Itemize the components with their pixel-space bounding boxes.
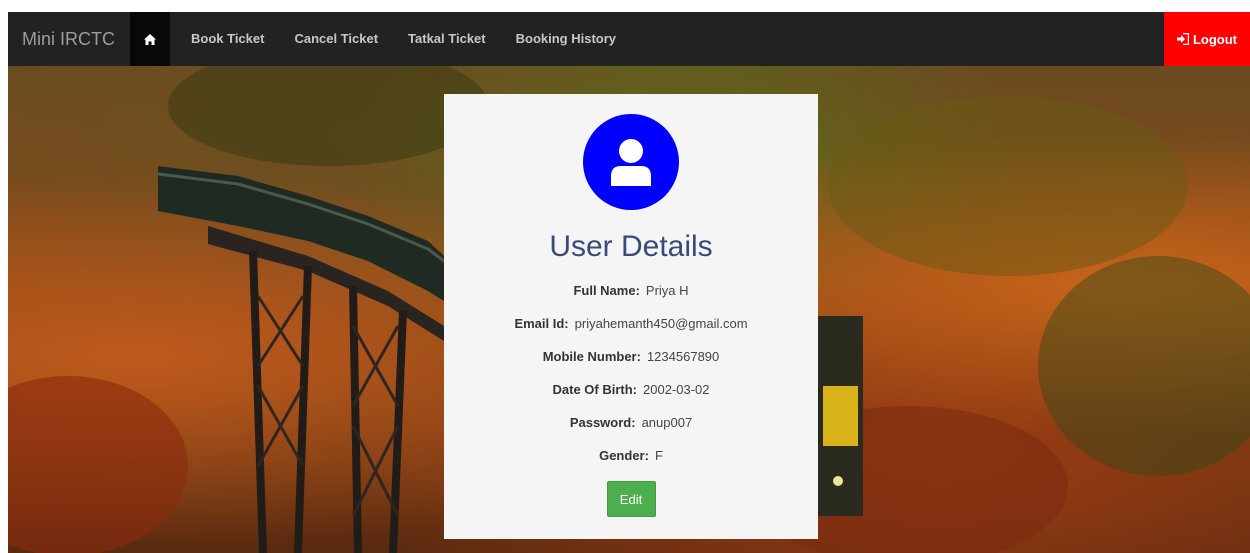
detail-value: Priya H [645, 283, 689, 298]
detail-email: Email Id: priyahemanth450@gmail.com [514, 307, 747, 340]
detail-value: 1234567890 [646, 349, 720, 364]
logout-button[interactable]: Logout [1164, 12, 1250, 66]
detail-label: Date Of Birth: [552, 382, 638, 397]
detail-password: Password: anup007 [570, 406, 692, 439]
nav-booking-history[interactable]: Booking History [501, 12, 631, 66]
detail-value: anup007 [641, 415, 693, 430]
user-details-card: User Details Full Name: Priya H Email Id:… [444, 94, 818, 539]
nav-tatkal-ticket[interactable]: Tatkal Ticket [393, 12, 501, 66]
avatar [583, 114, 679, 210]
detail-value: priyahemanth450@gmail.com [574, 316, 748, 331]
detail-gender: Gender: F [599, 439, 663, 472]
brand-logo[interactable]: Mini IRCTC [8, 12, 130, 66]
page-title: User Details [549, 230, 713, 263]
detail-label: Password: [569, 415, 636, 430]
detail-label: Gender: [599, 448, 649, 463]
sign-in-icon [1176, 33, 1189, 45]
nav-cancel-ticket[interactable]: Cancel Ticket [279, 12, 393, 66]
edit-button[interactable]: Edit [606, 481, 656, 517]
detail-date-of-birth: Date Of Birth: 2002-03-02 [553, 373, 710, 406]
user-icon [611, 139, 651, 186]
details-list: Full Name: Priya H Email Id: priyahemanth4… [514, 274, 747, 472]
detail-full-name: Full Name: Priya H [573, 274, 688, 307]
home-icon [144, 33, 156, 45]
home-button[interactable] [130, 12, 170, 66]
logout-label: Logout [1192, 31, 1238, 47]
detail-value: F [654, 448, 663, 463]
detail-label: Email Id: [514, 316, 569, 331]
detail-mobile-number: Mobile Number: 1234567890 [543, 340, 720, 373]
detail-label: Mobile Number: [542, 349, 641, 364]
detail-label: Full Name: [573, 283, 640, 298]
navbar: Mini IRCTC Book Ticket Cancel Ticket Tat… [8, 12, 1250, 66]
nav-book-ticket[interactable]: Book Ticket [176, 12, 279, 66]
page-frame: Mini IRCTC Book Ticket Cancel Ticket Tat… [8, 12, 1250, 553]
detail-value: 2002-03-02 [643, 382, 710, 397]
